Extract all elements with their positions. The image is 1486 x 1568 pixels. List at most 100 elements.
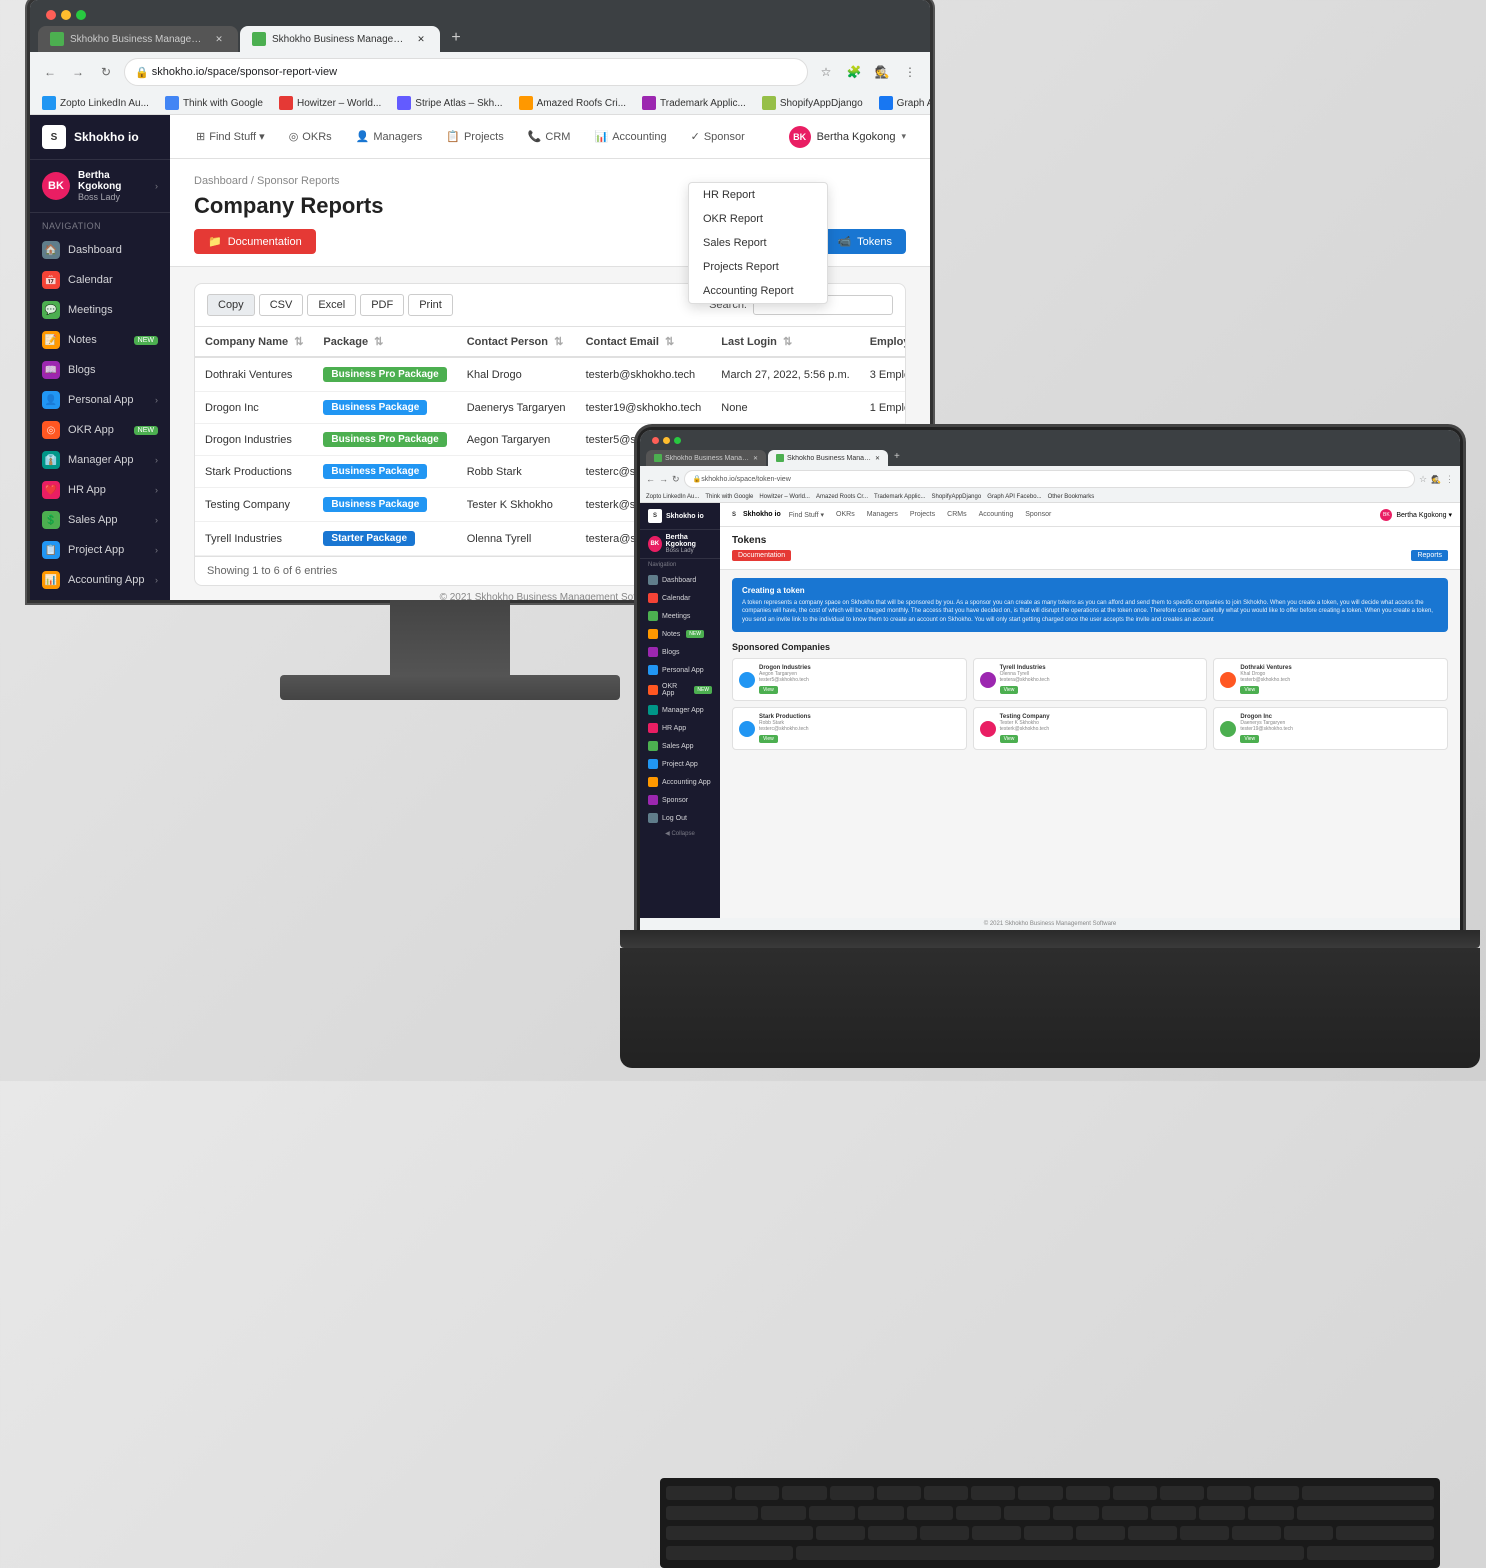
laptop-sidebar-dashboard[interactable]: Dashboard xyxy=(640,571,720,589)
laptop-sidebar-logout[interactable]: Log Out xyxy=(640,809,720,827)
tab-close-1[interactable]: ✕ xyxy=(212,32,226,46)
incognito-icon[interactable]: 🕵 xyxy=(870,60,894,84)
sidebar-user[interactable]: BK Bertha Kgokong Boss Lady › xyxy=(30,160,170,213)
pdf-button[interactable]: PDF xyxy=(360,294,404,316)
laptop-sidebar-hr-app[interactable]: HR App xyxy=(640,719,720,737)
bookmark-stripe[interactable]: Stripe Atlas – Skh... xyxy=(393,94,506,112)
laptop-doc-button[interactable]: Documentation xyxy=(732,550,791,561)
laptop-company-button[interactable]: View xyxy=(759,686,778,694)
forward-button[interactable]: → xyxy=(66,60,90,84)
laptop-sidebar-sales-app[interactable]: Sales App xyxy=(640,737,720,755)
top-nav-sponsor[interactable]: ✓ Sponsor xyxy=(681,124,755,149)
browser-tab-2[interactable]: Skhokho Business Manageme... ✕ xyxy=(240,26,440,52)
laptop-nav-okrs[interactable]: OKRs xyxy=(832,509,859,520)
window-maximize-icon[interactable] xyxy=(76,10,86,20)
laptop-nav-accounting[interactable]: Accounting xyxy=(975,509,1018,520)
hr-report-item[interactable]: HR Report xyxy=(689,183,827,207)
sidebar-item-calendar[interactable]: 📅 Calendar xyxy=(30,265,170,295)
print-button[interactable]: Print xyxy=(408,294,453,316)
laptop-sidebar-user[interactable]: BK Bertha Kgokong Boss Lady xyxy=(640,530,720,559)
documentation-button[interactable]: 📁 Documentation xyxy=(194,229,316,254)
laptop-company-button[interactable]: View xyxy=(1240,735,1259,743)
extensions-icon[interactable]: 🧩 xyxy=(842,60,866,84)
col-employees[interactable]: Employees ⇅ xyxy=(860,327,906,357)
sales-report-item[interactable]: Sales Report xyxy=(689,231,827,255)
laptop-bookmark-5[interactable]: Trademark Applic... xyxy=(874,494,925,500)
bookmark-google[interactable]: Think with Google xyxy=(161,94,267,112)
laptop-sidebar-accounting-app[interactable]: Accounting App xyxy=(640,773,720,791)
bookmark-star-icon[interactable]: ☆ xyxy=(814,60,838,84)
laptop-nav-managers[interactable]: Managers xyxy=(863,509,902,520)
sidebar-item-project-app[interactable]: 📋 Project App › xyxy=(30,535,170,565)
col-company-name[interactable]: Company Name ⇅ xyxy=(195,327,313,357)
sidebar-item-notes[interactable]: 📝 Notes NEW xyxy=(30,325,170,355)
laptop-nav-sponsor[interactable]: Sponsor xyxy=(1021,509,1055,520)
top-nav-accounting[interactable]: 📊 Accounting xyxy=(584,124,676,149)
laptop-incognito-icon[interactable]: 🕵 xyxy=(1431,475,1441,484)
top-nav-projects[interactable]: 📋 Projects xyxy=(436,124,513,149)
tab-close-2[interactable]: ✕ xyxy=(414,32,428,46)
copy-button[interactable]: Copy xyxy=(207,294,255,316)
sidebar-item-sponsor[interactable]: ✓ Sponsor › xyxy=(30,595,170,600)
laptop-sidebar-meetings[interactable]: Meetings xyxy=(640,607,720,625)
laptop-bookmark-1[interactable]: Zopto LinkedIn Au... xyxy=(646,494,699,500)
col-last-login[interactable]: Last Login ⇅ xyxy=(711,327,859,357)
top-nav-crm[interactable]: 📞 CRM xyxy=(518,124,581,149)
laptop-minimize-icon[interactable] xyxy=(663,437,670,444)
top-nav-okrs[interactable]: ◎ OKRs xyxy=(279,124,342,149)
laptop-maximize-icon[interactable] xyxy=(674,437,681,444)
laptop-bookmark-8[interactable]: Other Bookmarks xyxy=(1048,494,1095,500)
laptop-company-button[interactable]: View xyxy=(1000,735,1019,743)
col-contact-email[interactable]: Contact Email ⇅ xyxy=(576,327,712,357)
laptop-refresh-button[interactable]: ↻ xyxy=(672,474,680,485)
laptop-bookmark-6[interactable]: ShopifyAppDjango xyxy=(931,494,981,500)
laptop-menu-icon[interactable]: ⋮ xyxy=(1445,474,1454,485)
laptop-sidebar-blogs[interactable]: Blogs xyxy=(640,643,720,661)
laptop-bookmark-7[interactable]: Graph API Facebo... xyxy=(987,494,1041,500)
laptop-sidebar-project-app[interactable]: Project App xyxy=(640,755,720,773)
laptop-tab-close-1[interactable]: ✕ xyxy=(753,455,758,462)
laptop-sidebar-manager-app[interactable]: Manager App xyxy=(640,701,720,719)
address-bar[interactable]: 🔒 skhokho.io/space/sponsor-report-view xyxy=(124,58,808,86)
sidebar-item-meetings[interactable]: 💬 Meetings xyxy=(30,295,170,325)
laptop-back-button[interactable]: ← xyxy=(646,474,655,484)
laptop-sidebar-notes[interactable]: Notes NEW xyxy=(640,625,720,643)
bookmark-zopto[interactable]: Zopto LinkedIn Au... xyxy=(38,94,153,112)
sidebar-item-personal-app[interactable]: 👤 Personal App › xyxy=(30,385,170,415)
back-button[interactable]: ← xyxy=(38,60,62,84)
bookmark-amazed[interactable]: Amazed Roofs Cri... xyxy=(515,94,630,112)
col-contact-person[interactable]: Contact Person ⇅ xyxy=(457,327,576,357)
laptop-nav-projects[interactable]: Projects xyxy=(906,509,939,520)
window-close-icon[interactable] xyxy=(46,10,56,20)
laptop-company-button[interactable]: View xyxy=(1240,686,1259,694)
bookmark-graph[interactable]: Graph API Facebo... xyxy=(875,94,930,112)
laptop-collapse-button[interactable]: ◀ Collapse xyxy=(640,827,720,840)
laptop-nav-find-stuff[interactable]: Find Stuff ▾ xyxy=(785,509,828,521)
sidebar-item-okr-app[interactable]: ◎ OKR App NEW xyxy=(30,415,170,445)
okr-report-item[interactable]: OKR Report xyxy=(689,207,827,231)
csv-button[interactable]: CSV xyxy=(259,294,304,316)
col-package[interactable]: Package ⇅ xyxy=(313,327,456,357)
tokens-button[interactable]: 📹 Tokens xyxy=(823,229,906,254)
laptop-sidebar-sponsor[interactable]: Sponsor xyxy=(640,791,720,809)
new-tab-button[interactable]: + xyxy=(442,24,470,52)
excel-button[interactable]: Excel xyxy=(307,294,356,316)
laptop-sidebar-personal-app[interactable]: Personal App xyxy=(640,661,720,679)
laptop-sidebar-calendar[interactable]: Calendar xyxy=(640,589,720,607)
sidebar-item-blogs[interactable]: 📖 Blogs xyxy=(30,355,170,385)
menu-dots-icon[interactable]: ⋮ xyxy=(898,60,922,84)
bookmark-shopify[interactable]: ShopifyAppDjango xyxy=(758,94,867,112)
top-nav-managers[interactable]: 👤 Managers xyxy=(346,124,433,149)
breadcrumb-dashboard[interactable]: Dashboard xyxy=(194,175,248,187)
bookmark-trademark[interactable]: Trademark Applic... xyxy=(638,94,750,112)
sidebar-item-dashboard[interactable]: 🏠 Dashboard xyxy=(30,235,170,265)
top-nav-find-stuff[interactable]: ⊞ Find Stuff ▾ xyxy=(186,124,275,149)
laptop-bookmark-3[interactable]: Howitzer – World... xyxy=(759,494,810,500)
laptop-nav-user[interactable]: BK Bertha Kgokong ▾ xyxy=(1380,509,1452,521)
laptop-star-icon[interactable]: ☆ xyxy=(1419,474,1427,485)
laptop-reports-button[interactable]: Reports xyxy=(1411,550,1448,561)
top-nav-user[interactable]: BK Bertha Kgokong ▾ xyxy=(781,122,914,152)
laptop-tab-1[interactable]: Skhokho Business Manage... ✕ xyxy=(646,450,766,466)
laptop-forward-button[interactable]: → xyxy=(659,474,668,484)
laptop-sidebar-okr-app[interactable]: OKR App NEW xyxy=(640,679,720,701)
